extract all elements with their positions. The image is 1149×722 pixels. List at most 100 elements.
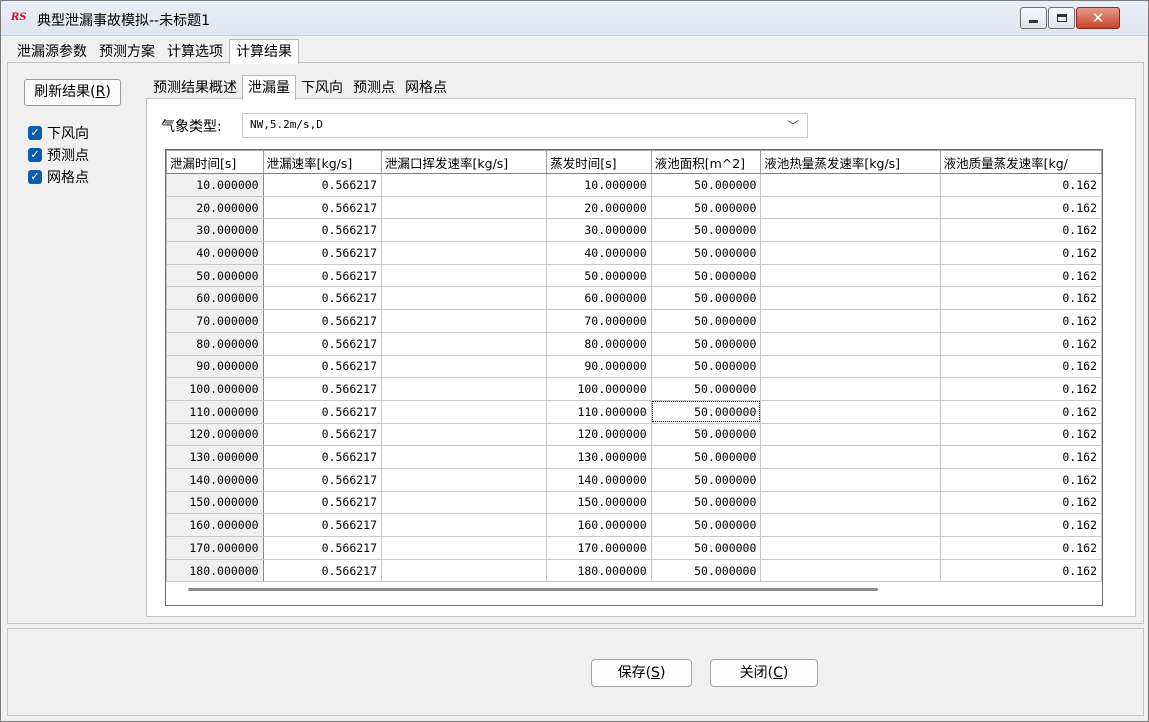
table-cell[interactable]: [381, 241, 548, 265]
table-cell[interactable]: 0.566217: [262, 536, 383, 560]
table-cell[interactable]: 0.162: [939, 422, 1102, 447]
table-cell[interactable]: [760, 536, 941, 560]
table-cell[interactable]: 0.566217: [262, 377, 383, 401]
column-header[interactable]: 液池热量蒸发速率[kg/s]: [760, 150, 941, 174]
row-header-cell[interactable]: 40.000000: [166, 241, 264, 265]
table-cell[interactable]: 50.000000: [650, 536, 762, 560]
table-cell[interactable]: 0.162: [939, 354, 1102, 379]
main-tab-3[interactable]: 计算结果: [229, 39, 299, 64]
table-cell[interactable]: 0.162: [939, 399, 1102, 424]
row-header-cell[interactable]: 170.000000: [166, 536, 264, 560]
table-cell[interactable]: [760, 399, 941, 424]
row-header-cell[interactable]: 90.000000: [166, 354, 264, 379]
table-cell[interactable]: 50.000000: [650, 309, 762, 333]
table-cell[interactable]: [760, 467, 941, 492]
checkbox-row-1[interactable]: ✓ 预测点: [28, 145, 89, 165]
table-cell[interactable]: 50.000000: [650, 558, 762, 583]
table-cell[interactable]: 50.000000: [650, 331, 762, 356]
table-cell[interactable]: 50.000000: [650, 467, 762, 492]
row-header-cell[interactable]: 130.000000: [166, 445, 264, 469]
row-header-cell[interactable]: 180.000000: [166, 558, 264, 583]
table-cell[interactable]: 0.162: [939, 173, 1102, 197]
table-cell[interactable]: 0.162: [939, 331, 1102, 356]
table-cell[interactable]: 90.000000: [546, 354, 652, 379]
table-cell[interactable]: 50.000000: [650, 354, 762, 379]
sub-tab-3[interactable]: 预测点: [348, 77, 400, 99]
table-cell[interactable]: 0.566217: [262, 490, 383, 515]
row-header-cell[interactable]: 80.000000: [166, 331, 264, 356]
row-header-cell[interactable]: 100.000000: [166, 377, 264, 401]
table-cell[interactable]: [760, 218, 941, 243]
table-cell[interactable]: 0.566217: [262, 195, 383, 220]
results-grid[interactable]: 泄漏时间[s] 泄漏速率[kg/s] 泄漏口挥发速率[kg/s] 蒸发时间[s] 液池面…: [165, 149, 1103, 606]
row-header-cell[interactable]: 50.000000: [166, 263, 264, 288]
table-cell[interactable]: 0.162: [939, 241, 1102, 265]
table-cell[interactable]: [381, 513, 548, 537]
table-cell[interactable]: [381, 536, 548, 560]
table-cell[interactable]: 0.566217: [262, 173, 383, 197]
table-cell[interactable]: 150.000000: [546, 490, 652, 515]
checkbox-row-0[interactable]: ✓ 下风向: [28, 123, 89, 143]
table-cell[interactable]: 0.566217: [262, 467, 383, 492]
table-row[interactable]: 10.000000 0.566217 10.000000 50.000000 0.162: [166, 173, 1102, 197]
column-header[interactable]: 蒸发时间[s]: [546, 150, 652, 174]
table-row[interactable]: 180.000000 0.566217 180.000000 50.000000 0.1…: [166, 558, 1102, 583]
table-cell[interactable]: 0.566217: [262, 286, 383, 311]
table-cell[interactable]: 0.566217: [262, 241, 383, 265]
table-cell[interactable]: 0.566217: [262, 513, 383, 537]
table-cell[interactable]: 10.000000: [546, 173, 652, 197]
table-cell[interactable]: [760, 354, 941, 379]
row-header-cell[interactable]: 10.000000: [166, 173, 264, 197]
table-cell[interactable]: 0.566217: [262, 218, 383, 243]
table-cell[interactable]: 0.162: [939, 377, 1102, 401]
table-cell[interactable]: [760, 558, 941, 583]
table-row[interactable]: 80.000000 0.566217 80.000000 50.000000 0.162: [166, 331, 1102, 356]
table-cell[interactable]: 0.162: [939, 467, 1102, 492]
table-cell[interactable]: [760, 286, 941, 311]
table-cell[interactable]: 0.162: [939, 558, 1102, 583]
table-cell[interactable]: 50.000000: [650, 218, 762, 243]
table-cell[interactable]: [381, 218, 548, 243]
table-cell[interactable]: 50.000000: [650, 173, 762, 197]
table-cell[interactable]: 40.000000: [546, 241, 652, 265]
table-row[interactable]: 30.000000 0.566217 30.000000 50.000000 0.162: [166, 218, 1102, 243]
row-header-cell[interactable]: 120.000000: [166, 422, 264, 447]
table-cell[interactable]: [760, 241, 941, 265]
table-row[interactable]: 20.000000 0.566217 20.000000 50.000000 0.162: [166, 195, 1102, 220]
table-cell[interactable]: 0.566217: [262, 263, 383, 288]
table-cell[interactable]: 50.000000: [650, 490, 762, 515]
column-header[interactable]: 泄漏口挥发速率[kg/s]: [381, 150, 548, 174]
close-button[interactable]: 关闭(C): [710, 659, 818, 687]
column-header[interactable]: 液池面积[m^2]: [650, 150, 762, 174]
table-cell[interactable]: [760, 173, 941, 197]
table-cell[interactable]: [381, 377, 548, 401]
row-header-cell[interactable]: 70.000000: [166, 309, 264, 333]
sub-tab-4[interactable]: 网格点: [400, 77, 452, 99]
table-cell[interactable]: 0.566217: [262, 558, 383, 583]
table-row[interactable]: 90.000000 0.566217 90.000000 50.000000 0.162: [166, 354, 1102, 379]
table-cell[interactable]: 70.000000: [546, 309, 652, 333]
table-cell[interactable]: 50.000000: [650, 263, 762, 288]
table-cell[interactable]: [760, 309, 941, 333]
table-cell[interactable]: [760, 331, 941, 356]
table-cell[interactable]: [381, 445, 548, 469]
save-button[interactable]: 保存(S): [591, 659, 692, 687]
table-cell[interactable]: 0.162: [939, 218, 1102, 243]
table-cell[interactable]: [381, 286, 548, 311]
refresh-results-button[interactable]: 刷新结果(R): [24, 79, 121, 106]
horizontal-scrollbar-thumb[interactable]: [188, 588, 878, 591]
main-tab-0[interactable]: 泄漏源参数: [11, 41, 93, 63]
table-cell[interactable]: [381, 399, 548, 424]
row-header-cell[interactable]: 160.000000: [166, 513, 264, 537]
table-cell[interactable]: [381, 173, 548, 197]
table-row[interactable]: 140.000000 0.566217 140.000000 50.000000 0.1…: [166, 467, 1102, 492]
table-cell[interactable]: [760, 513, 941, 537]
table-cell[interactable]: 160.000000: [546, 513, 652, 537]
table-cell[interactable]: 0.566217: [262, 422, 383, 447]
table-cell[interactable]: 0.162: [939, 195, 1102, 220]
row-header-cell[interactable]: 110.000000: [166, 399, 264, 424]
sub-tab-1[interactable]: 泄漏量: [242, 75, 296, 100]
table-row[interactable]: 70.000000 0.566217 70.000000 50.000000 0.162: [166, 309, 1102, 333]
table-cell[interactable]: 0.162: [939, 263, 1102, 288]
table-cell[interactable]: [760, 195, 941, 220]
